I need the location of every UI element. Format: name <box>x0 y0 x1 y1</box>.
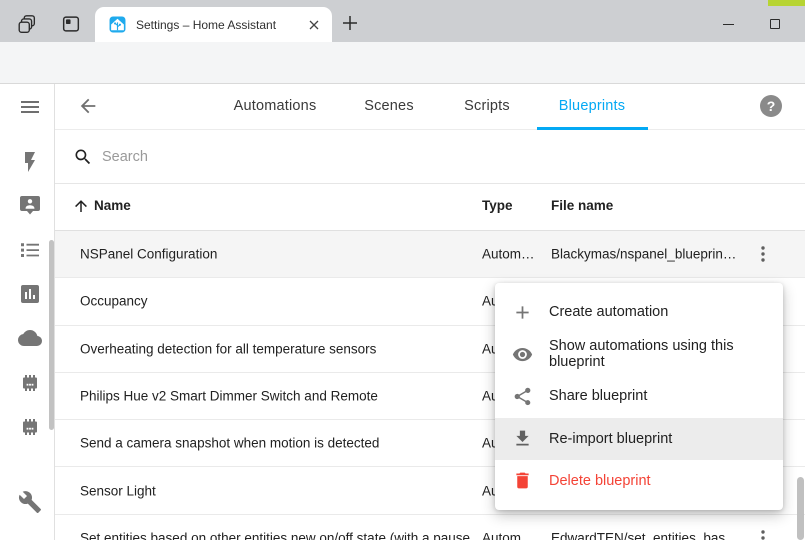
row-name: Occupancy <box>80 294 148 309</box>
search-input[interactable] <box>102 149 702 165</box>
row-name: Overheating detection for all temperatur… <box>80 341 376 356</box>
history-chart-icon[interactable] <box>18 282 42 306</box>
tab-stack-icon[interactable] <box>16 13 38 35</box>
dots-vertical-icon <box>751 526 775 540</box>
menu-item-label: Re-import blueprint <box>549 431 672 447</box>
menu-item-reimport-blueprint[interactable]: Re-import blueprint <box>495 418 783 460</box>
column-header-type[interactable]: Type <box>482 198 513 213</box>
ha-back-button[interactable] <box>77 95 99 117</box>
page-scrollbar[interactable] <box>797 477 804 540</box>
menu-item-create-automation[interactable]: Create automation <box>495 291 783 333</box>
column-header-name[interactable]: Name <box>94 198 131 213</box>
todo-list-icon[interactable] <box>18 238 42 262</box>
share-icon <box>512 386 533 407</box>
menu-item-show-automations[interactable]: Show automations using this blueprint <box>495 333 783 375</box>
search-icon <box>73 147 93 167</box>
wrench-icon[interactable] <box>18 490 42 514</box>
maximize-icon <box>770 19 780 29</box>
browser-tab-bar: Settings – Home Assistant <box>0 0 805 42</box>
minimize-icon <box>723 24 734 25</box>
trash-icon <box>512 470 533 491</box>
tab-blueprints[interactable]: Blueprints <box>559 98 625 114</box>
tab-scenes[interactable]: Scenes <box>364 98 414 114</box>
help-button[interactable]: ? <box>760 95 782 117</box>
window-maximize-button[interactable] <box>760 12 790 36</box>
menu-item-share-blueprint[interactable]: Share blueprint <box>495 375 783 417</box>
row-name: Send a camera snapshot when motion is de… <box>80 436 379 451</box>
menu-icon[interactable] <box>18 95 42 119</box>
row-type: Autom… <box>482 247 535 262</box>
row-name: Set entities based on other entities new… <box>80 530 470 540</box>
row-type: Autom… <box>482 530 535 540</box>
browser-tab[interactable]: Settings – Home Assistant <box>95 7 332 42</box>
table-header: Name Type File name <box>55 184 805 231</box>
row-file: EdwardTEN/set_entities_bas… <box>551 530 736 540</box>
row-name: Philips Hue v2 Smart Dimmer Switch and R… <box>80 389 378 404</box>
sidebar-scrollbar[interactable] <box>49 240 54 430</box>
lightning-bolt-icon[interactable] <box>18 150 42 174</box>
window-minimize-button[interactable] <box>713 12 743 36</box>
table-row[interactable]: Set entities based on other entities new… <box>55 515 805 540</box>
menu-item-label: Show automations using this blueprint <box>549 338 783 370</box>
row-overflow-menu-button[interactable] <box>751 242 775 266</box>
row-file: Blackymas/nspanel_blueprin… <box>551 247 736 262</box>
dots-vertical-icon <box>751 242 775 266</box>
cloud-icon[interactable] <box>18 326 42 350</box>
column-header-file[interactable]: File name <box>551 198 613 213</box>
ha-header <box>55 84 805 130</box>
menu-item-label: Create automation <box>549 304 668 320</box>
row-overflow-menu-button[interactable] <box>751 526 775 540</box>
eye-icon <box>512 344 533 365</box>
table-row[interactable]: NSPanel Configuration Autom… Blackymas/n… <box>55 231 805 278</box>
tab-title: Settings – Home Assistant <box>136 18 306 32</box>
download-icon <box>512 428 533 449</box>
new-tab-icon[interactable] <box>340 13 360 33</box>
ha-sidebar <box>0 84 55 540</box>
row-name: NSPanel Configuration <box>80 247 217 262</box>
row-name: Sensor Light <box>80 483 156 498</box>
vertical-tabs-icon[interactable] <box>60 13 82 35</box>
tab-automations[interactable]: Automations <box>234 98 317 114</box>
chip-icon[interactable] <box>18 415 42 439</box>
chip-icon[interactable] <box>18 371 42 395</box>
browser-toolbar: Not secure homeassistant.local:8123/… A <box>0 42 805 84</box>
search-row <box>55 130 805 184</box>
voice-assistant-badge-icon[interactable] <box>18 193 42 217</box>
menu-item-label: Share blueprint <box>549 388 647 404</box>
close-tab-icon[interactable] <box>306 17 322 33</box>
browser-window: Settings – Home Assistant <box>0 0 805 540</box>
sort-ascending-icon[interactable] <box>72 197 90 215</box>
tab-scripts[interactable]: Scripts <box>464 98 510 114</box>
menu-item-label: Delete blueprint <box>549 473 651 489</box>
menu-item-delete-blueprint[interactable]: Delete blueprint <box>495 460 783 502</box>
desktop-edge-strip <box>768 0 805 6</box>
plus-icon <box>512 302 533 323</box>
blueprint-context-menu: Create automation Show automations using… <box>495 283 783 510</box>
home-assistant-favicon <box>109 16 126 33</box>
